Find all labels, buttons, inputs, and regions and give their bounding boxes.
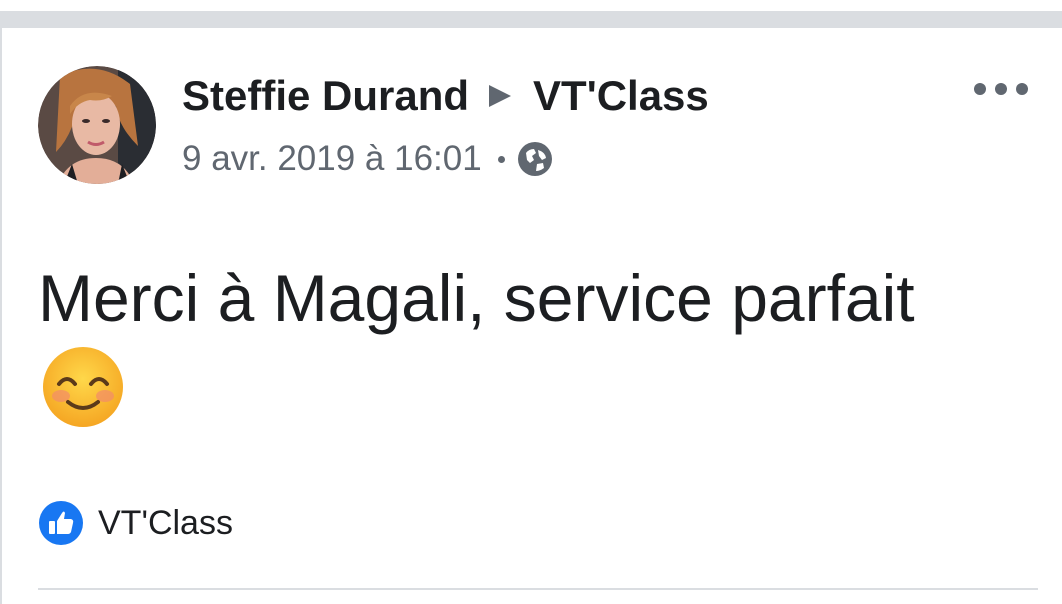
smiling-face-icon: [43, 347, 123, 427]
top-separator-bar: [0, 11, 1062, 28]
tagged-page-name: VT'Class: [98, 503, 233, 542]
post-meta: 9 avr. 2019 à 16:01: [182, 136, 553, 182]
author-name-link[interactable]: Steffie Durand: [182, 72, 469, 120]
post-timestamp[interactable]: 9 avr. 2019 à 16:01: [182, 139, 482, 179]
target-page-link[interactable]: VT'Class: [533, 72, 709, 120]
shared-to-arrow-icon: [489, 85, 512, 107]
left-border: [0, 28, 2, 604]
facebook-post-page: Steffie Durand VT'Class 9 avr. 2019 à 16…: [0, 0, 1062, 604]
tagged-page[interactable]: VT'Class: [38, 500, 233, 546]
post-divider: [38, 588, 1038, 590]
post-text: Merci à Magali, service parfait: [38, 261, 915, 335]
more-dot: [995, 83, 1007, 95]
globe-icon[interactable]: [517, 141, 553, 177]
more-dot: [974, 83, 986, 95]
like-icon: [39, 501, 83, 545]
more-dot: [1016, 83, 1028, 95]
more-options-icon[interactable]: [974, 78, 1028, 100]
top-separator: [0, 0, 1062, 28]
post-header: Steffie Durand VT'Class: [182, 66, 709, 126]
meta-separator-dot: [497, 155, 505, 163]
avatar-image: [38, 66, 156, 184]
avatar[interactable]: [38, 66, 156, 184]
